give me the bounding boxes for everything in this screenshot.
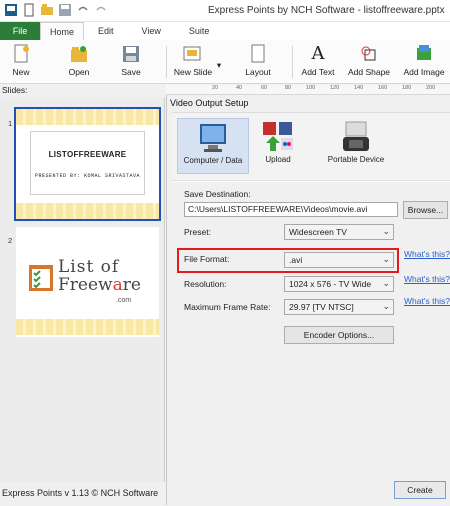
save-icon[interactable] — [58, 3, 72, 17]
resolution-whats-this-link[interactable]: What's this? — [404, 274, 450, 284]
encoder-options-button[interactable]: Encoder Options... — [284, 326, 394, 344]
layout-icon — [248, 44, 268, 64]
file-format-select[interactable]: .avi ⌄ — [284, 252, 394, 268]
chevron-down-icon: ⌄ — [382, 278, 390, 288]
new-doc-icon[interactable] — [22, 3, 36, 17]
slide-subtitle: PRESENTED BY: KOMAL SRIVASTAVA — [34, 173, 140, 179]
horizontal-ruler: 20 40 60 80 100 120 140 160 180 200 — [166, 85, 450, 95]
honeycomb-band — [16, 203, 159, 219]
slide-content-box: LISTOFFREEWARE PRESENTED BY: KOMAL SRIVA… — [30, 131, 145, 195]
output-type-toolbar: Computer / Data Upload Portable Device — [172, 113, 450, 181]
chevron-down-icon: ⌄ — [382, 301, 390, 311]
chevron-down-icon: ⌄ — [382, 226, 390, 236]
quick-access-toolbar — [4, 3, 108, 17]
new-slide-dropdown-icon[interactable]: ▾ — [214, 60, 224, 71]
frame-rate-label: Maximum Frame Rate: — [184, 302, 271, 312]
new-button[interactable]: New — [6, 42, 36, 77]
ribbon-separator — [166, 46, 167, 78]
chevron-down-icon: ⌄ — [382, 254, 390, 264]
add-shape-button[interactable]: Add Shape — [346, 42, 392, 77]
preset-select[interactable]: Widescreen TV ⌄ — [284, 224, 394, 240]
tab-suite[interactable]: Suite — [179, 22, 220, 40]
output-settings-form: Save Destination: C:\Users\LISTOFFREEWAR… — [172, 182, 450, 506]
open-folder-icon[interactable] — [40, 3, 54, 17]
slide-thumbnail-2[interactable]: List of Freeware .com — [16, 227, 159, 337]
save-destination-label: Save Destination: — [184, 189, 251, 199]
slides-header: Slides: — [0, 85, 165, 97]
resolution-label: Resolution: — [184, 279, 227, 289]
preset-label: Preset: — [184, 227, 211, 237]
checklist-clipboard-icon — [26, 262, 56, 292]
image-icon — [414, 44, 434, 64]
honeycomb-band — [16, 109, 159, 125]
open-button[interactable]: Open — [62, 42, 96, 77]
save-disk-icon — [121, 44, 141, 64]
layout-button[interactable]: Layout — [240, 42, 276, 77]
slide-thumbnail-1[interactable]: LISTOFFREEWARE PRESENTED BY: KOMAL SRIVA… — [14, 107, 161, 221]
shape-icon — [359, 44, 379, 64]
save-destination-input[interactable]: C:\Users\LISTOFFREEWARE\Videos\movie.avi — [184, 202, 398, 217]
title-bar: Express Points by NCH Software - listoff… — [0, 0, 450, 22]
portable-device-option[interactable]: Portable Device — [318, 118, 394, 174]
logo-line-1: List of — [58, 257, 120, 277]
status-bar: Express Points v 1.13 © NCH Software — [0, 482, 165, 505]
window-title: Express Points by NCH Software - listoff… — [208, 5, 445, 16]
frame-rate-select[interactable]: 29.97 [TV NTSC] ⌄ — [284, 299, 394, 315]
open-icon — [69, 44, 89, 64]
slide-number: 2 — [8, 236, 13, 245]
frame-rate-whats-this-link[interactable]: What's this? — [404, 296, 450, 306]
slides-panel: 1 LISTOFFREEWARE PRESENTED BY: KOMAL SRI… — [0, 97, 165, 482]
add-text-button[interactable]: A Add Text — [296, 42, 340, 78]
dialog-title: Video Output Setup — [170, 98, 249, 108]
new-icon — [11, 44, 31, 64]
resolution-select[interactable]: 1024 x 576 - TV Wide ⌄ — [284, 276, 394, 292]
honeycomb-band — [16, 319, 159, 335]
slide-title: LISTOFFREEWARE — [48, 150, 127, 159]
text-a-icon: A — [311, 43, 325, 64]
new-slide-icon — [183, 44, 203, 64]
ribbon-toolbar: New Open Save New Slide ▾ Layout A Add T… — [0, 40, 450, 84]
logo-domain: .com — [116, 297, 132, 304]
add-image-button[interactable]: Add Image — [400, 42, 448, 77]
menu-tabs: File Home Edit View Suite — [0, 22, 450, 40]
redo-icon[interactable] — [94, 3, 108, 17]
ribbon-separator — [292, 46, 293, 78]
slide-number: 1 — [8, 119, 13, 128]
app-icon — [4, 3, 18, 17]
computer-data-option[interactable]: Computer / Data — [177, 118, 249, 174]
tab-edit[interactable]: Edit — [84, 22, 132, 40]
create-button[interactable]: Create — [394, 481, 446, 499]
tab-home[interactable]: Home — [40, 22, 84, 40]
new-slide-button[interactable]: New Slide — [172, 42, 214, 77]
logo-line-2: Freeware — [58, 275, 141, 295]
upload-social-icon — [261, 121, 295, 153]
portable-device-icon — [339, 121, 373, 153]
upload-option[interactable]: Upload — [256, 118, 300, 174]
file-format-label: File Format: — [184, 254, 230, 264]
browse-button[interactable]: Browse... — [403, 201, 448, 219]
tab-file[interactable]: File — [0, 22, 40, 40]
file-format-whats-this-link[interactable]: What's this? — [404, 249, 450, 259]
dialog-body: Computer / Data Upload Portable Device S… — [172, 112, 450, 506]
video-output-dialog: Video Output Setup Computer / Data Uploa… — [166, 95, 450, 506]
computer-monitor-icon — [196, 122, 230, 154]
tab-view[interactable]: View — [132, 22, 179, 40]
save-button[interactable]: Save — [116, 42, 146, 77]
undo-icon[interactable] — [76, 3, 90, 17]
